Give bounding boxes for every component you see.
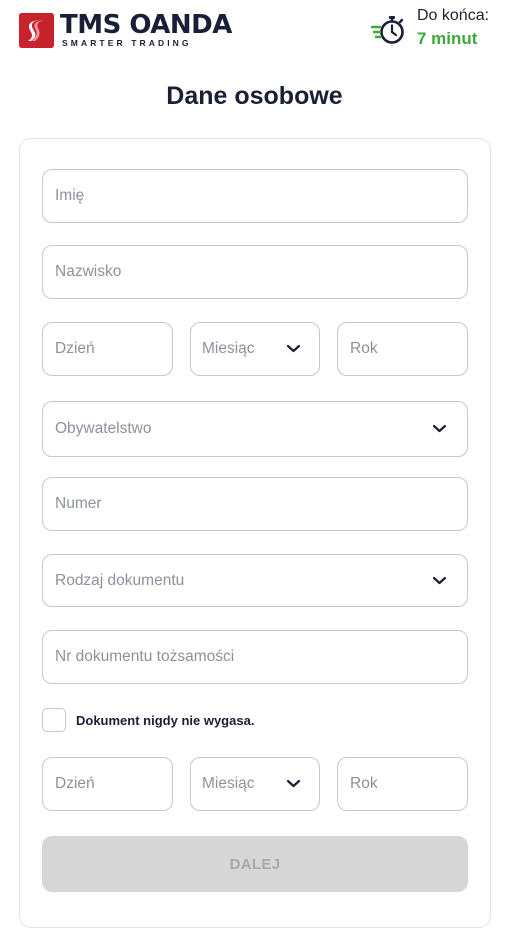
number-placeholder: Numer [55, 495, 102, 512]
first-name-placeholder: Imię [55, 187, 85, 204]
birth-day-input[interactable]: Dzień [42, 322, 173, 376]
no-expiry-label[interactable]: Dokument nigdy nie wygasa. [76, 713, 254, 728]
expiry-month-select[interactable]: Miesiąc [190, 757, 320, 811]
birth-year-input[interactable]: Rok [337, 322, 468, 376]
header: TMS OANDA SMARTER TRADING Do końca: 7 mi… [0, 0, 509, 62]
logo[interactable]: TMS OANDA SMARTER TRADING [19, 12, 232, 48]
chevron-down-icon [286, 779, 301, 788]
birth-day-placeholder: Dzień [55, 340, 95, 357]
chevron-down-icon [432, 424, 447, 433]
tms-oanda-logo-icon [19, 12, 54, 48]
document-type-select[interactable]: Rodzaj dokumentu [42, 554, 468, 607]
expiry-day-input[interactable]: Dzień [42, 757, 173, 811]
timer-label: Do końca: [417, 7, 490, 24]
no-expiry-option[interactable]: Dokument nigdy nie wygasa. [42, 708, 254, 732]
document-number-placeholder: Nr dokumentu tożsamości [55, 648, 235, 665]
document-number-input[interactable]: Nr dokumentu tożsamości [42, 630, 468, 684]
page-title: Dane osobowe [166, 82, 343, 110]
logo-wordmark: TMS OANDA [60, 10, 232, 40]
next-button[interactable]: DALEJ [42, 836, 468, 892]
first-name-input[interactable]: Imię [42, 169, 468, 223]
birth-year-placeholder: Rok [350, 340, 378, 357]
timer-value: 7 minut [417, 29, 478, 48]
expiry-year-placeholder: Rok [350, 775, 378, 792]
document-type-placeholder: Rodzaj dokumentu [55, 571, 185, 589]
last-name-input[interactable]: Nazwisko [42, 245, 468, 299]
logo-tagline: SMARTER TRADING [62, 38, 192, 48]
expiry-day-placeholder: Dzień [55, 775, 95, 792]
citizenship-select[interactable]: Obywatelstwo [42, 401, 468, 457]
number-input[interactable]: Numer [42, 477, 468, 531]
no-expiry-checkbox[interactable] [42, 708, 66, 732]
chevron-down-icon [432, 576, 447, 584]
birth-month-placeholder: Miesiąc [202, 340, 255, 357]
expiry-month-placeholder: Miesiąc [202, 775, 255, 792]
citizenship-placeholder: Obywatelstwo [55, 420, 152, 437]
last-name-placeholder: Nazwisko [55, 263, 122, 280]
birth-month-select[interactable]: Miesiąc [190, 322, 320, 376]
stopwatch-icon [371, 16, 404, 44]
chevron-down-icon [286, 344, 301, 353]
time-remaining: Do końca: 7 minut [371, 6, 489, 50]
expiry-year-input[interactable]: Rok [337, 757, 468, 811]
